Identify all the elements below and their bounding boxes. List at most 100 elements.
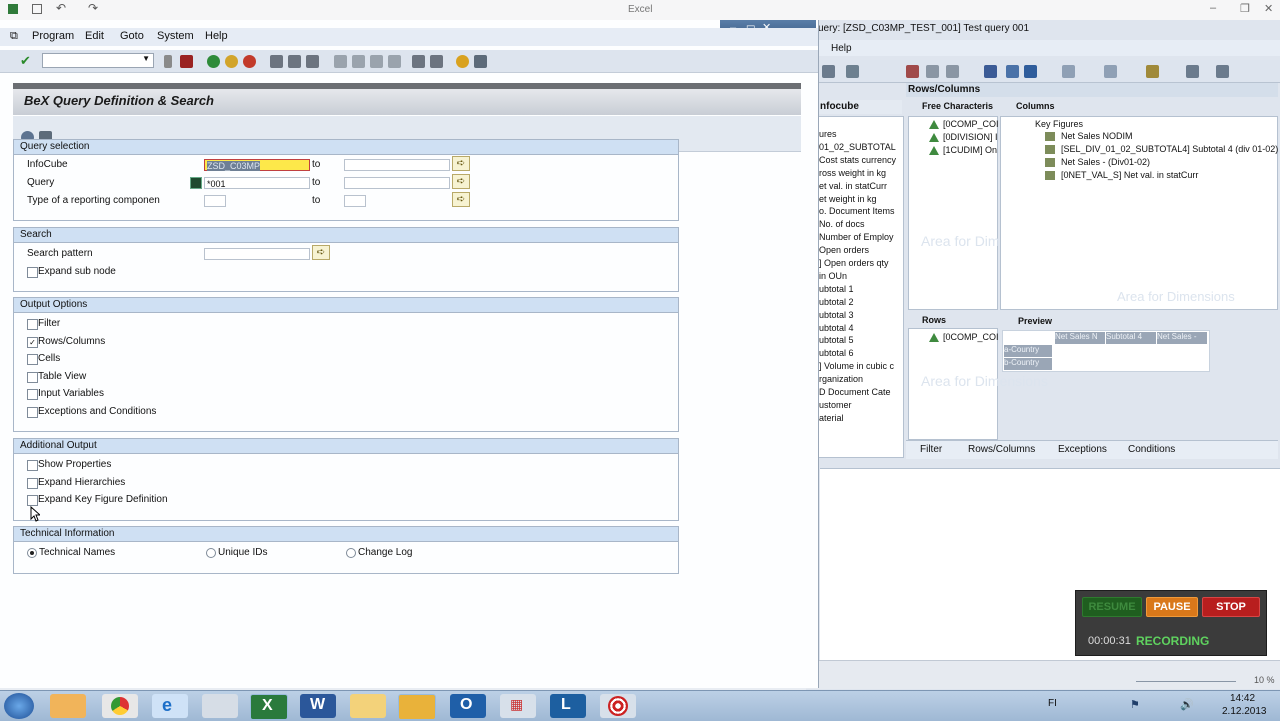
exceptions-icon[interactable] [1146,65,1159,78]
help-icon[interactable] [456,55,469,68]
properties-icon[interactable] [1104,65,1117,78]
start-button[interactable] [4,693,34,719]
find-next-icon[interactable] [306,55,319,68]
free-characteristic-item[interactable]: [1CUDIM] On [943,145,997,155]
save-icon[interactable] [32,4,42,14]
query-multi-select-button[interactable]: ➪ [452,174,470,189]
enter-icon[interactable]: ✔ [20,53,31,69]
chrome-task[interactable] [102,694,138,718]
menu-item-edit[interactable]: Edit [85,30,104,42]
command-dropdown-icon[interactable]: ▼ [142,54,150,63]
infocube-tree-item[interactable]: et val. in statCurr [819,181,887,191]
back-prev-icon[interactable] [164,55,172,68]
infocube-tree-item[interactable]: D Document Cate [819,387,891,397]
infocube-tree-item[interactable]: Cost stats currency [819,155,896,165]
infocube-to-input[interactable] [344,159,450,171]
infocube-tree-item[interactable]: ubtotal 3 [819,310,854,320]
tab-filter[interactable]: Filter [920,444,942,455]
redo-icon[interactable]: ↷ [88,1,98,15]
pause-button[interactable]: PAUSE [1146,597,1198,617]
tools-icon[interactable] [1216,65,1229,78]
restore-icon[interactable]: ❐ [1240,2,1250,15]
infocube-tree-item[interactable]: No. of docs [819,219,865,229]
component-type-multi-select-button[interactable]: ➪ [452,192,470,207]
unique-ids-radio[interactable] [206,548,216,558]
infocube-tree-item[interactable]: in OUn [819,271,847,281]
cancel-icon[interactable] [243,55,256,68]
component-type-input[interactable] [204,195,226,207]
filter-icon[interactable] [1006,65,1019,78]
resume-button[interactable]: RESUME [1082,597,1142,617]
minimize-icon[interactable]: – [1210,2,1216,14]
calculator-task[interactable] [202,694,238,718]
key-figures-node[interactable]: Key Figures [1035,119,1083,129]
additional-output-checkbox[interactable] [27,460,38,471]
sap-logon-task[interactable] [398,694,436,720]
infocube-tree-item[interactable]: Number of Employ [819,232,894,242]
zoom-slider[interactable] [1136,681,1236,682]
infocube-tree-item[interactable]: ures [819,129,837,139]
copy-icon[interactable] [926,65,939,78]
first-page-icon[interactable] [334,55,347,68]
component-type-to-input[interactable] [344,195,366,207]
back-icon[interactable] [207,55,220,68]
language-indicator[interactable]: FI [1048,698,1057,709]
output-option-checkbox[interactable] [27,371,38,383]
infocube-input[interactable]: ZSD_C03MP [204,159,310,171]
key-figure-item[interactable]: [SEL_DIV_01_02_SUBTOTAL4] Subtotal 4 (di… [1061,144,1278,154]
new-session-icon[interactable] [412,55,425,68]
output-option-checkbox[interactable] [27,406,38,418]
output-option-checkbox[interactable] [27,389,38,400]
menu-item-program[interactable]: Program [32,30,74,42]
prev-page-icon[interactable] [352,55,365,68]
free-characteristic-item[interactable]: [0COMP_COI [943,119,999,129]
explorer-task[interactable] [350,694,386,718]
infocube-tree-item[interactable]: ubtotal 2 [819,297,854,307]
infocube-tree-item[interactable]: aterial [819,413,844,423]
last-page-icon[interactable] [388,55,401,68]
query-input[interactable]: *001 [204,177,310,189]
menu-item-goto[interactable]: Goto [120,30,144,42]
key-figure-item[interactable]: Net Sales NODIM [1061,131,1133,141]
rows-pane[interactable]: [0COMP_COI Area for Dimensions [908,328,1048,440]
media-player-task[interactable] [50,694,86,718]
word-task[interactable]: W [300,694,336,718]
infocube-tree-item[interactable]: rganization [819,374,863,384]
shortcut-icon[interactable] [430,55,443,68]
ie-task[interactable]: e [152,694,188,718]
tab-exceptions[interactable]: Exceptions [1058,444,1107,455]
infocube-tree[interactable]: ures 01_02_SUBTOTAL Cost stats currency ros… [818,116,904,458]
key-figure-item[interactable]: Net Sales - (Div01-02) [1061,157,1150,167]
exit-icon[interactable] [225,55,238,68]
infoprovider-icon[interactable] [984,65,997,78]
infocube-tree-item[interactable]: ubtotal 5 [819,335,854,345]
save-icon[interactable] [180,55,193,68]
infocube-tree-item[interactable]: o. Document Items [819,206,895,216]
infocube-tree-item[interactable]: ubtotal 6 [819,348,854,358]
rows-columns-icon[interactable] [1024,65,1037,78]
free-characteristics-pane[interactable]: [0COMP_COI [0DIVISION] I [1CUDIM] On Area … [908,116,1048,310]
undo-icon[interactable]: ↶ [56,1,66,15]
technical-names-radio[interactable] [27,548,37,558]
change-log-radio[interactable] [346,548,356,558]
row-item[interactable]: [0COMP_COI [943,332,999,342]
query-f4-icon[interactable] [190,177,202,189]
recorder-task[interactable] [600,694,636,718]
tab-rows-columns[interactable]: Rows/Columns [968,444,1035,455]
infocube-tree-item[interactable]: ubtotal 1 [819,284,854,294]
infocube-tree-item[interactable]: ] Volume in cubic c [819,361,894,371]
apps-task[interactable]: ▦ [500,694,536,718]
command-field[interactable]: ▼ [42,53,154,68]
next-page-icon[interactable] [370,55,383,68]
tab-conditions[interactable]: Conditions [1128,444,1175,455]
output-option-checkbox[interactable] [27,319,38,330]
infocube-tree-item[interactable]: ] Open orders qty [819,258,889,268]
output-option-checkbox[interactable]: ✓ [27,336,38,348]
paste-icon[interactable] [946,65,959,78]
output-option-checkbox[interactable] [27,354,38,365]
excel-task[interactable]: X [250,694,288,720]
infocube-multi-select-button[interactable]: ➪ [452,156,470,171]
additional-output-checkbox[interactable] [27,495,38,506]
cut-icon[interactable] [906,65,919,78]
conditions-icon[interactable] [1186,65,1199,78]
